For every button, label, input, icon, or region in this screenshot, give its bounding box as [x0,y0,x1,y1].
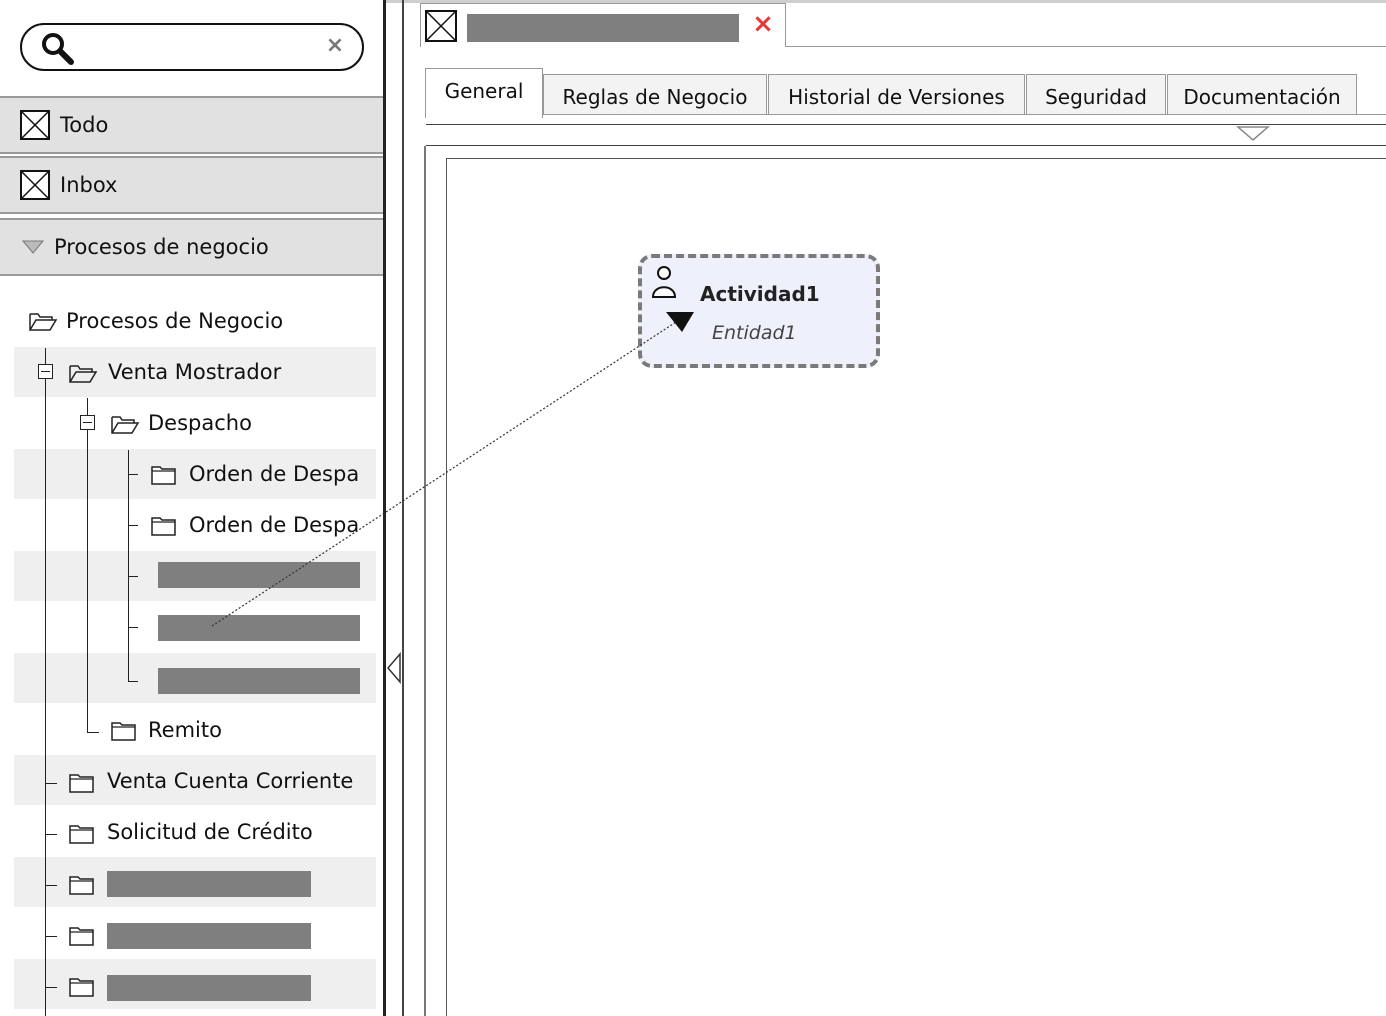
tree-line [45,834,57,835]
document-tab[interactable]: × [420,3,786,47]
redacted-tree-item[interactable] [107,871,311,897]
tree-line [128,627,138,628]
redacted-document-title [467,14,739,42]
broken-image-icon [425,10,457,42]
tab-seguridad[interactable]: Seguridad [1026,74,1166,114]
activity-node[interactable]: Actividad1 Entidad1 [638,254,880,368]
broken-image-icon [20,110,50,140]
section-inbox[interactable]: Inbox [0,156,384,214]
tree-line [128,474,138,475]
redacted-tree-item[interactable] [158,668,360,694]
triangle-down-icon [22,240,44,254]
folder-icon [151,466,176,485]
tree-line [87,732,99,733]
folder-icon [69,978,94,997]
tab-reglas-de-negocio[interactable]: Reglas de Negocio [543,74,767,114]
folder-open-icon [29,313,58,331]
tree-line [45,987,57,988]
user-icon [651,266,677,298]
folder-icon [69,825,94,844]
tree-line [128,576,138,577]
tree-line [45,783,57,784]
tree-item-remito[interactable]: Remito [148,705,222,755]
tree-line [128,450,129,682]
process-canvas[interactable] [446,158,1386,1016]
activity-name: Actividad1 [700,282,820,306]
redacted-tree-item[interactable] [107,923,311,949]
folder-icon [69,876,94,895]
collapse-left-icon[interactable] [384,652,404,684]
section-label: Procesos de negocio [54,234,269,259]
section-label: Inbox [60,172,118,197]
tree-line [87,398,88,732]
redacted-tree-item[interactable] [107,975,311,1001]
panel-divider[interactable] [383,0,386,1016]
clear-icon[interactable]: × [322,33,348,59]
folder-icon [111,722,136,741]
tree-line [128,681,138,682]
tree-item-orden-de-despacho[interactable]: Orden de Despa [189,500,359,550]
chevron-down-icon[interactable] [1236,125,1270,143]
tab-historial-de-versiones[interactable]: Historial de Versiones [768,74,1025,114]
redacted-tree-item[interactable] [158,562,360,588]
tab-general[interactable]: General [425,68,543,118]
collapse-toggle[interactable] [80,415,95,430]
folder-icon [151,517,176,536]
search-input[interactable] [84,35,318,63]
search-icon [42,33,74,65]
tree-item-procesos-de-negocio[interactable]: Procesos de Negocio [66,296,283,346]
tree-line [45,936,57,937]
tree-line [45,885,57,886]
folder-icon [69,927,94,946]
tree-line [128,525,138,526]
section-label: Todo [60,112,109,137]
close-icon[interactable]: × [751,10,775,38]
tree-line [45,348,46,1016]
section-todo[interactable]: Todo [0,96,384,154]
editor-border [402,0,404,1016]
search-box: × [20,23,364,71]
tab-baseline [786,46,1386,47]
activity-entity: Entidad1 [712,322,797,344]
tree-item-orden-de-despacho[interactable]: Orden de Despa [189,449,359,499]
tree-item-solicitud-de-credito[interactable]: Solicitud de Crédito [107,807,313,857]
tree-item-despacho[interactable]: Despacho [148,398,252,448]
broken-image-icon [20,170,50,200]
section-procesos-de-negocio[interactable]: Procesos de negocio [0,218,384,276]
folder-open-icon [69,365,98,383]
folder-open-icon [111,416,140,434]
folder-icon [69,774,94,793]
redacted-tree-item[interactable] [158,615,360,641]
tree-item-venta-cuenta-corriente[interactable]: Venta Cuenta Corriente [107,756,353,806]
tab-documentacion[interactable]: Documentación [1167,74,1357,114]
collapse-toggle[interactable] [38,364,53,379]
navigation-panel: × Todo Inbox Procesos de negocio Proceso… [0,0,384,1016]
tree-item-venta-mostrador[interactable]: Venta Mostrador [108,347,281,397]
